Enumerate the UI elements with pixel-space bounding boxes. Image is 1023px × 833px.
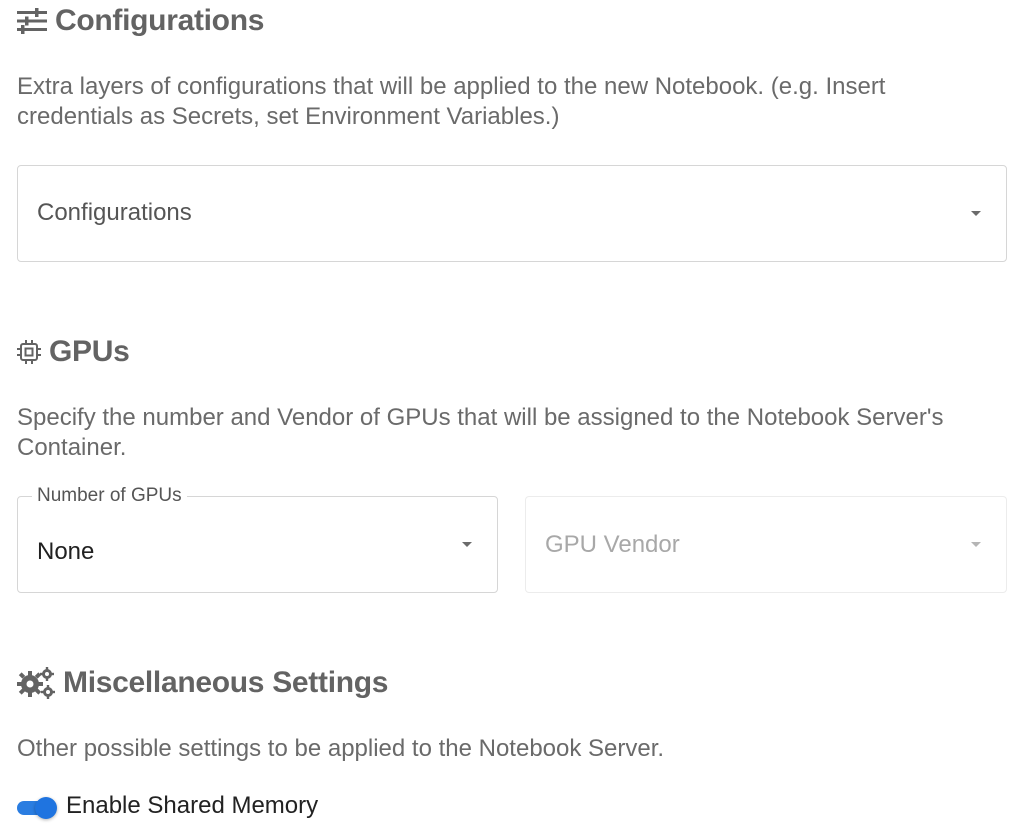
gpus-description: Specify the number and Vendor of GPUs th… xyxy=(17,404,944,461)
toggle-thumb xyxy=(35,797,57,819)
configurations-title: Configurations xyxy=(55,4,265,37)
gpu-vendor-placeholder: GPU Vendor xyxy=(545,531,680,558)
configurations-description: Extra layers of configurations that will… xyxy=(17,73,886,130)
misc-description: Other possible settings to be applied to… xyxy=(17,735,665,762)
gpus-title: GPUs xyxy=(49,335,130,368)
configurations-heading: Configurations xyxy=(17,4,264,38)
number-of-gpus-label: Number of GPUs xyxy=(32,485,187,507)
shared-memory-label: Enable Shared Memory xyxy=(66,792,319,819)
chip-icon xyxy=(17,339,41,365)
number-of-gpus-value: None xyxy=(37,538,95,565)
notebook-form-page: Configurations Extra layers of configura… xyxy=(0,0,1023,833)
gpu-vendor-select: GPU Vendor xyxy=(525,496,1007,593)
number-of-gpus-select[interactable]: Number of GPUs None xyxy=(17,485,498,593)
configurations-select[interactable]: Configurations xyxy=(17,165,1007,262)
configurations-select-placeholder: Configurations xyxy=(37,199,192,226)
chevron-down-icon xyxy=(971,211,981,216)
misc-heading: Miscellaneous Settings xyxy=(17,666,388,700)
shared-memory-toggle[interactable] xyxy=(17,797,57,819)
misc-title: Miscellaneous Settings xyxy=(63,666,389,699)
gpus-heading: GPUs xyxy=(17,335,130,369)
tune-sliders-icon xyxy=(17,8,47,34)
chevron-down-icon xyxy=(462,542,472,547)
chevron-down-icon xyxy=(971,542,981,547)
gears-icon xyxy=(17,667,55,699)
